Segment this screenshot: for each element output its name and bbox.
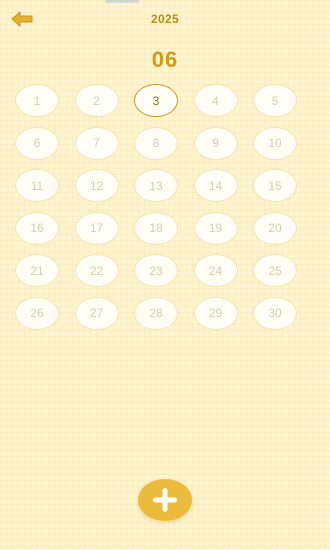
day-cell-15[interactable]: 15 (253, 169, 297, 202)
day-cell-29[interactable]: 29 (193, 296, 238, 330)
day-cell-28[interactable]: 28 (134, 296, 178, 330)
day-cell-4[interactable]: 4 (193, 84, 238, 117)
header-bar: 2025 (0, 8, 330, 30)
plus-icon (138, 479, 192, 521)
day-grid: 1 2 3 4 5 6 7 8 9 10 11 12 13 14 15 16 17 18 19 20 21 22 23 24 2… (15, 84, 315, 330)
day-cell-27[interactable]: 27 (74, 296, 119, 330)
year-title: 2025 (151, 12, 179, 26)
day-cell-6[interactable]: 6 (15, 126, 59, 160)
day-cell-30[interactable]: 30 (253, 296, 297, 330)
day-cell-16[interactable]: 16 (15, 211, 59, 245)
day-cell-8[interactable]: 8 (134, 126, 178, 160)
day-cell-24[interactable]: 24 (193, 254, 238, 287)
day-cell-22[interactable]: 22 (74, 254, 119, 287)
day-cell-26[interactable]: 26 (15, 296, 59, 330)
day-cell-10[interactable]: 10 (253, 126, 297, 160)
day-cell-19[interactable]: 19 (193, 211, 238, 245)
day-cell-11[interactable]: 11 (15, 169, 59, 202)
add-button[interactable] (138, 479, 192, 521)
day-cell-25[interactable]: 25 (253, 254, 297, 287)
day-cell-7[interactable]: 7 (74, 126, 119, 160)
month-title: 06 (151, 47, 179, 72)
day-cell-5[interactable]: 5 (253, 84, 297, 117)
day-cell-17[interactable]: 17 (74, 211, 119, 245)
day-cell-13[interactable]: 13 (134, 169, 178, 202)
day-cell-1[interactable]: 1 (15, 84, 59, 117)
day-cell-9[interactable]: 9 (193, 126, 238, 160)
day-cell-2[interactable]: 2 (74, 84, 119, 117)
day-cell-14[interactable]: 14 (193, 169, 238, 202)
day-cell-12[interactable]: 12 (74, 169, 119, 202)
day-cell-21[interactable]: 21 (15, 254, 59, 287)
day-cell-23[interactable]: 23 (134, 254, 178, 287)
day-cell-20[interactable]: 20 (253, 211, 297, 245)
day-cell-3[interactable]: 3 (134, 84, 178, 117)
day-cell-18[interactable]: 18 (134, 211, 178, 245)
status-bar (0, 0, 330, 3)
